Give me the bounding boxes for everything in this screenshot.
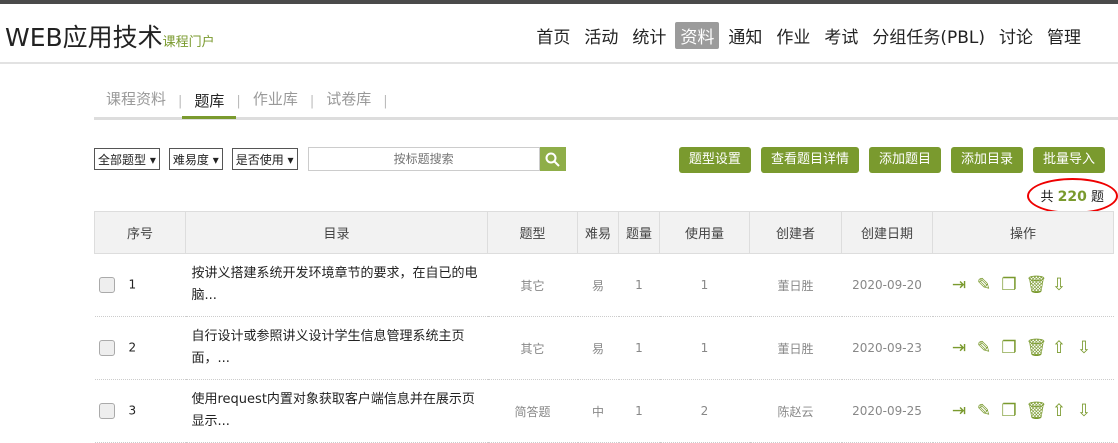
question-type: 其它 — [487, 316, 578, 380]
filter-toolbar: 全部题型 ▾ 难易度 ▾ 是否使用 ▾ — [94, 147, 566, 171]
copy-icon[interactable]: ❐ — [1001, 401, 1018, 421]
used-filter-select[interactable]: 是否使用 ▾ — [231, 148, 298, 170]
question-table: 序号 目录 题型 难易 题量 使用量 创建者 创建日期 操作 1 按讲义搭建系统开发环境章节的要… — [94, 211, 1114, 443]
created-date: 2020-09-20 — [841, 253, 933, 317]
tab-separator: | — [383, 94, 388, 109]
move-icon[interactable]: ⇥ — [951, 338, 968, 358]
nav-item-4[interactable]: 通知 — [723, 22, 767, 49]
column-header: 题量 — [618, 211, 660, 254]
column-header: 难易 — [577, 211, 619, 254]
course-logo[interactable]: WEB应用技术课程门户 — [5, 18, 215, 54]
down-icon[interactable]: ⇩ — [1076, 401, 1093, 421]
subtab-3[interactable]: 试卷库 — [314, 86, 383, 117]
row-number-cell: 2 — [94, 316, 186, 380]
question-title[interactable]: 使用request内置对象获取客户端信息并在展示页显示... — [185, 379, 488, 443]
search-box — [307, 147, 566, 171]
edit-icon[interactable]: ✎ — [976, 275, 993, 295]
column-header: 使用量 — [659, 211, 750, 254]
course-subtitle: 课程门户 — [162, 35, 215, 50]
row-number-cell: 3 — [94, 379, 186, 443]
delete-icon[interactable]: 🗑 — [1026, 401, 1048, 421]
nav-item-3[interactable]: 资料 — [675, 22, 720, 49]
subtab-0[interactable]: 课程资料 — [94, 86, 178, 117]
course-title: WEB应用技术 — [5, 23, 163, 52]
edit-icon[interactable]: ✎ — [976, 338, 993, 358]
edit-icon[interactable]: ✎ — [976, 401, 993, 421]
quantity: 1 — [618, 316, 660, 380]
search-icon — [545, 152, 560, 167]
up-icon[interactable]: ⇧ — [1051, 401, 1068, 421]
table-row: 3 使用request内置对象获取客户端信息并在展示页显示... 简答题 中 1… — [94, 379, 1114, 443]
row-checkbox[interactable] — [98, 340, 115, 356]
delete-icon[interactable]: 🗑 — [1026, 275, 1048, 295]
row-number: 1 — [128, 277, 137, 292]
action-button-4[interactable]: 批量导入 — [1032, 147, 1105, 173]
action-button-1[interactable]: 查看题目详情 — [760, 147, 859, 173]
table-row: 2 自行设计或参照讲义设计学生信息管理系统主页面，... 其它 易 1 1 董日… — [94, 316, 1114, 380]
row-number: 3 — [128, 403, 137, 418]
red-annotation-circle — [1027, 178, 1118, 214]
created-date: 2020-09-25 — [841, 379, 933, 443]
quantity: 1 — [618, 253, 660, 317]
main-nav: 首页 活动 统计 资料 通知 作业 考试 分组任务(PBL) 讨论 管理 — [527, 22, 1086, 49]
quantity: 1 — [618, 379, 660, 443]
nav-item-2[interactable]: 统计 — [627, 22, 671, 49]
column-header: 创建日期 — [841, 211, 933, 254]
creator: 董日胜 — [749, 253, 842, 317]
question-title[interactable]: 按讲义搭建系统开发环境章节的要求，在自已的电脑... — [185, 253, 488, 317]
operations: ⇥ ✎ ❐ 🗑 ⇧ ⇩ — [932, 379, 1114, 443]
usage-count: 1 — [659, 316, 750, 380]
difficulty: 易 — [577, 253, 619, 317]
usage-count: 2 — [659, 379, 750, 443]
search-input[interactable] — [307, 147, 540, 171]
copy-icon[interactable]: ❐ — [1001, 338, 1018, 358]
move-icon[interactable]: ⇥ — [951, 401, 968, 421]
usage-count: 1 — [659, 253, 750, 317]
creator: 陈赵云 — [749, 379, 842, 443]
down-icon[interactable]: ⇩ — [1076, 338, 1093, 358]
action-buttons: 题型设置 查看题目详情 添加题目 添加目录 批量导入 — [678, 147, 1105, 173]
nav-item-9[interactable]: 管理 — [1042, 22, 1086, 49]
subtab-1[interactable]: 题库 — [182, 88, 237, 119]
row-number: 2 — [128, 340, 137, 355]
up-icon[interactable]: ⇧ — [1051, 338, 1068, 358]
copy-icon[interactable]: ❐ — [1001, 275, 1018, 295]
nav-item-6[interactable]: 考试 — [819, 22, 863, 49]
column-header: 创建者 — [749, 211, 842, 254]
action-button-2[interactable]: 添加题目 — [868, 147, 941, 173]
question-title[interactable]: 自行设计或参照讲义设计学生信息管理系统主页面，... — [185, 316, 488, 380]
action-button-0[interactable]: 题型设置 — [678, 147, 751, 173]
down-icon[interactable]: ⇩ — [1051, 275, 1068, 295]
operations: ⇥ ✎ ❐ 🗑 ⇩ — [932, 253, 1114, 317]
action-button-3[interactable]: 添加目录 — [950, 147, 1023, 173]
created-date: 2020-09-23 — [841, 316, 933, 380]
nav-item-5[interactable]: 作业 — [771, 22, 815, 49]
sub-tabs: 课程资料 | 题库 | 作业库 | 试卷库 | — [94, 86, 1118, 120]
nav-item-0[interactable]: 首页 — [531, 22, 575, 49]
nav-item-7[interactable]: 分组任务(PBL) — [867, 22, 990, 49]
difficulty: 易 — [577, 316, 619, 380]
column-header: 题型 — [487, 211, 578, 254]
row-number-cell: 1 — [94, 253, 186, 317]
column-header: 序号 — [94, 211, 186, 254]
question-type: 其它 — [487, 253, 578, 317]
operations: ⇥ ✎ ❐ 🗑 ⇧ ⇩ — [932, 316, 1114, 380]
move-icon[interactable]: ⇥ — [951, 275, 968, 295]
table-row: 1 按讲义搭建系统开发环境章节的要求，在自已的电脑... 其它 易 1 1 董日… — [94, 253, 1114, 317]
delete-icon[interactable]: 🗑 — [1026, 338, 1048, 358]
type-filter-select[interactable]: 全部题型 ▾ — [94, 148, 160, 170]
column-header: 操作 — [932, 211, 1114, 254]
subtab-2[interactable]: 作业库 — [241, 86, 310, 117]
difficulty: 中 — [577, 379, 619, 443]
nav-item-8[interactable]: 讨论 — [994, 22, 1038, 49]
question-type: 简答题 — [487, 379, 578, 443]
search-button[interactable] — [539, 147, 566, 171]
row-checkbox[interactable] — [98, 277, 115, 293]
row-checkbox[interactable] — [98, 403, 115, 419]
column-header: 目录 — [185, 211, 488, 254]
nav-item-1[interactable]: 活动 — [579, 22, 623, 49]
difficulty-filter-select[interactable]: 难易度 ▾ — [168, 148, 223, 170]
header: WEB应用技术课程门户 首页 活动 统计 资料 通知 作业 考试 分组任务(PBL) 讨论 管理 — [0, 4, 1118, 64]
creator: 董日胜 — [749, 316, 842, 380]
